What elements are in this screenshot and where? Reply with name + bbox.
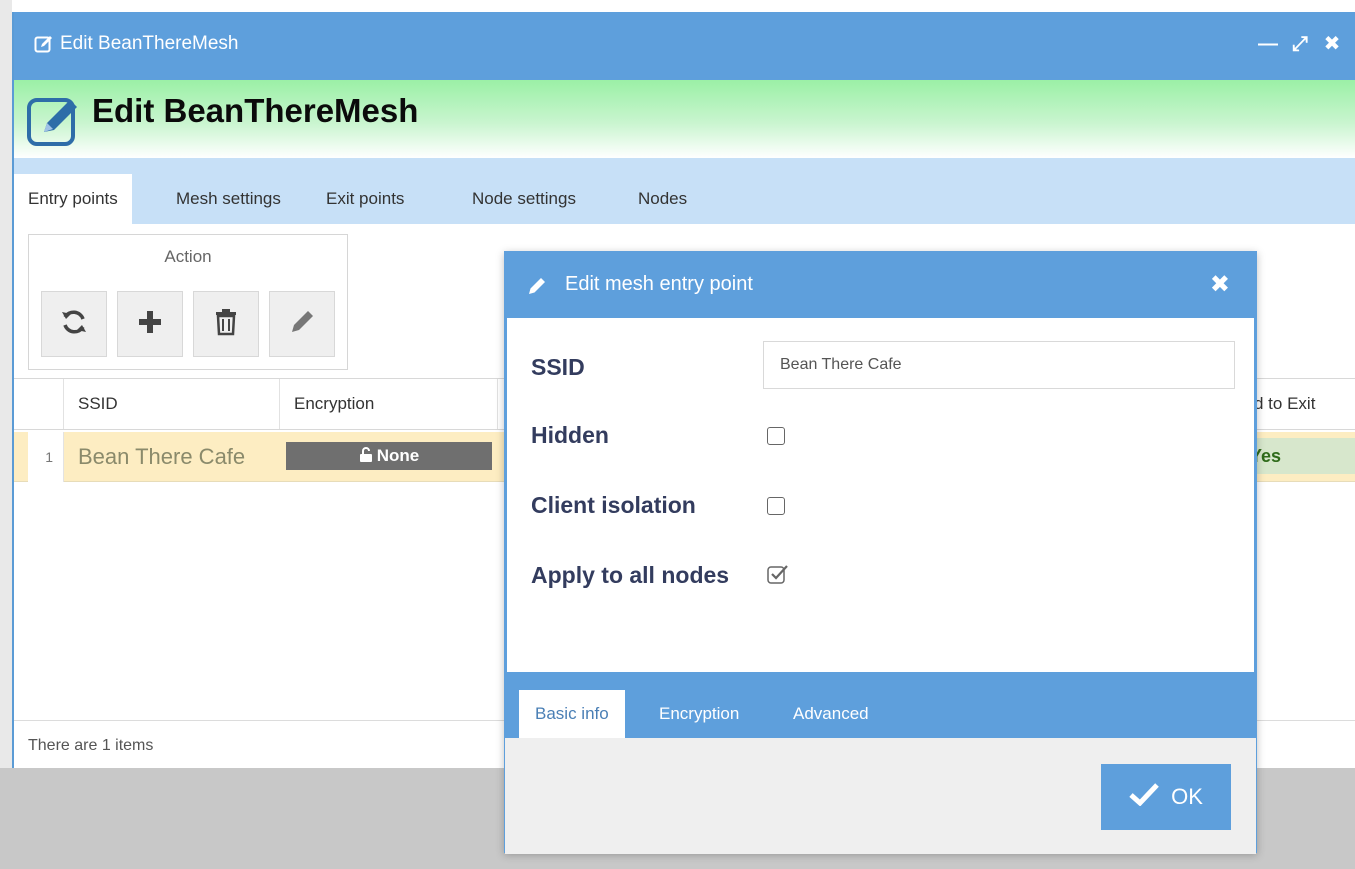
item-count-text: There are 1 items — [28, 737, 154, 754]
apply-to-all-nodes-checkbox[interactable] — [767, 564, 789, 586]
ok-button-label: OK — [1171, 784, 1203, 809]
dialog-titlebar[interactable]: Edit mesh entry point ✖ — [505, 252, 1256, 318]
hidden-label: Hidden — [531, 422, 609, 448]
dialog-footer: OK — [505, 738, 1256, 854]
connected-to-exit-badge: Yes — [1240, 438, 1355, 474]
edit-icon — [34, 34, 54, 54]
row-number: 1 — [28, 432, 64, 482]
close-icon[interactable]: ✖ — [1321, 32, 1343, 56]
trash-icon — [213, 308, 239, 341]
ssid-label: SSID — [531, 354, 585, 380]
grid-header-rownum — [14, 379, 64, 429]
row-ssid: Bean There Cafe — [78, 444, 246, 469]
dialog-title: Edit mesh entry point — [565, 273, 753, 295]
refresh-icon — [59, 307, 89, 342]
dialog-tabbar: Basic info Encryption Advanced — [505, 672, 1256, 738]
apply-to-all-nodes-label: Apply to all nodes — [531, 562, 730, 588]
tab-mesh-settings[interactable]: Mesh settings — [162, 174, 295, 224]
hidden-checkbox[interactable] — [767, 427, 785, 445]
grid-header-encryption[interactable]: Encryption — [280, 379, 498, 429]
grid-header-connected-to-exit[interactable]: d to Exit — [1250, 379, 1355, 429]
encryption-badge: None — [286, 442, 492, 470]
tab-encryption[interactable]: Encryption — [643, 690, 755, 738]
tab-basic-info[interactable]: Basic info — [519, 690, 625, 738]
dialog-close-icon[interactable]: ✖ — [1210, 270, 1230, 299]
client-isolation-checkbox[interactable] — [767, 497, 785, 515]
plus-icon — [136, 308, 164, 341]
encryption-value: None — [376, 446, 420, 465]
ok-button[interactable]: OK — [1101, 764, 1231, 830]
pencil-icon — [527, 276, 547, 296]
tab-exit-points[interactable]: Exit points — [312, 174, 418, 224]
check-icon — [1129, 782, 1159, 812]
checkmark-icon — [767, 565, 789, 590]
edit-button[interactable] — [269, 291, 335, 357]
page-title: Edit BeanThereMesh — [92, 92, 419, 129]
delete-button[interactable] — [193, 291, 259, 357]
main-tabbar: Entry points Mesh settings Exit points N… — [14, 158, 1355, 224]
client-isolation-label: Client isolation — [531, 492, 696, 518]
tab-nodes[interactable]: Nodes — [624, 174, 701, 224]
window-title: Edit BeanThereMesh — [60, 33, 239, 54]
grid-header-ssid[interactable]: SSID — [64, 379, 280, 429]
refresh-button[interactable] — [41, 291, 107, 357]
dialog-body: SSID Hidden Client isolation Apply to al… — [505, 318, 1256, 672]
action-toolbar-title: Action — [164, 247, 212, 266]
tab-node-settings[interactable]: Node settings — [458, 174, 590, 224]
page-header: Edit BeanThereMesh — [14, 80, 1355, 158]
unlock-icon — [359, 444, 373, 472]
background-window-edge — [0, 0, 12, 869]
ssid-input[interactable] — [763, 341, 1235, 389]
pencil-icon — [289, 309, 315, 340]
tab-advanced[interactable]: Advanced — [777, 690, 885, 738]
window-titlebar[interactable]: Edit BeanThereMesh — ⤢ ✖ — [14, 12, 1355, 80]
add-button[interactable] — [117, 291, 183, 357]
edit-icon — [26, 92, 82, 148]
action-toolbar: Action — [28, 234, 348, 370]
edit-entry-point-dialog: Edit mesh entry point ✖ SSID Hidden Clie… — [504, 251, 1257, 854]
tab-entry-points[interactable]: Entry points — [14, 174, 132, 224]
maximize-icon[interactable]: ⤢ — [1289, 32, 1311, 56]
minimize-icon[interactable]: — — [1257, 32, 1279, 56]
window-controls: — ⤢ ✖ — [1257, 32, 1343, 56]
